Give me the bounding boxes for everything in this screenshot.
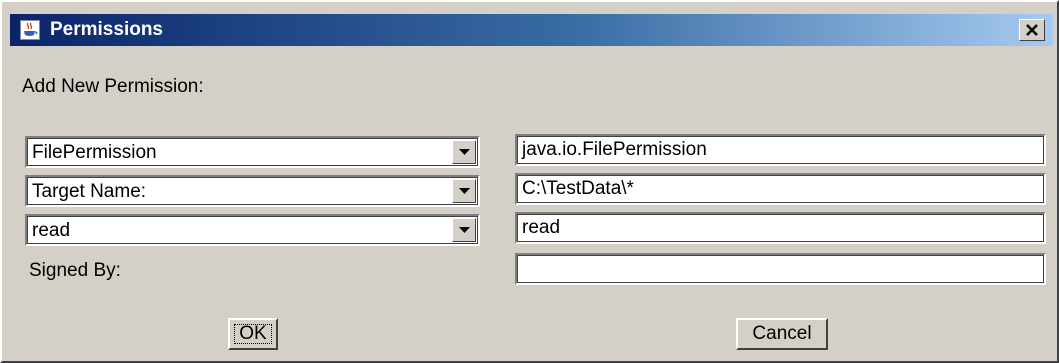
target-path-value: C:\TestData\* — [522, 178, 634, 199]
permission-type-dropdown-arrow[interactable] — [452, 140, 476, 164]
target-name-dropdown-arrow[interactable] — [452, 179, 476, 203]
actions-dropdown[interactable]: read — [25, 214, 480, 246]
target-name-dropdown[interactable]: Target Name: — [25, 175, 480, 207]
java-cup-icon — [20, 20, 40, 40]
permissions-dialog: Permissions Add New Permission: FilePerm… — [0, 0, 1059, 363]
ok-button[interactable]: OK — [228, 318, 278, 350]
signed-by-label: Signed By: — [29, 260, 121, 281]
window-title: Permissions — [50, 19, 163, 40]
permission-type-dropdown[interactable]: FilePermission — [25, 136, 480, 168]
close-icon — [1026, 24, 1038, 36]
permission-class-field[interactable]: java.io.FilePermission — [515, 134, 1046, 166]
chevron-down-icon — [459, 188, 470, 194]
chevron-down-icon — [459, 227, 470, 233]
cancel-button[interactable]: Cancel — [736, 318, 828, 350]
actions-field-value: read — [522, 217, 561, 238]
permission-type-value: FilePermission — [32, 142, 157, 163]
target-name-field[interactable]: C:\TestData\* — [515, 173, 1046, 205]
actions-dropdown-arrow[interactable] — [452, 218, 476, 242]
signed-by-field[interactable] — [515, 253, 1046, 285]
title-bar[interactable]: Permissions — [10, 14, 1053, 46]
ok-button-label: OK — [239, 323, 267, 344]
actions-field[interactable]: read — [515, 212, 1046, 244]
target-name-value: Target Name: — [32, 181, 147, 202]
add-permission-heading: Add New Permission: — [22, 76, 204, 97]
cancel-button-label: Cancel — [752, 323, 812, 344]
close-button[interactable] — [1019, 19, 1045, 41]
permission-class-value: java.io.FilePermission — [522, 139, 707, 160]
chevron-down-icon — [459, 149, 470, 155]
actions-value: read — [32, 220, 71, 241]
